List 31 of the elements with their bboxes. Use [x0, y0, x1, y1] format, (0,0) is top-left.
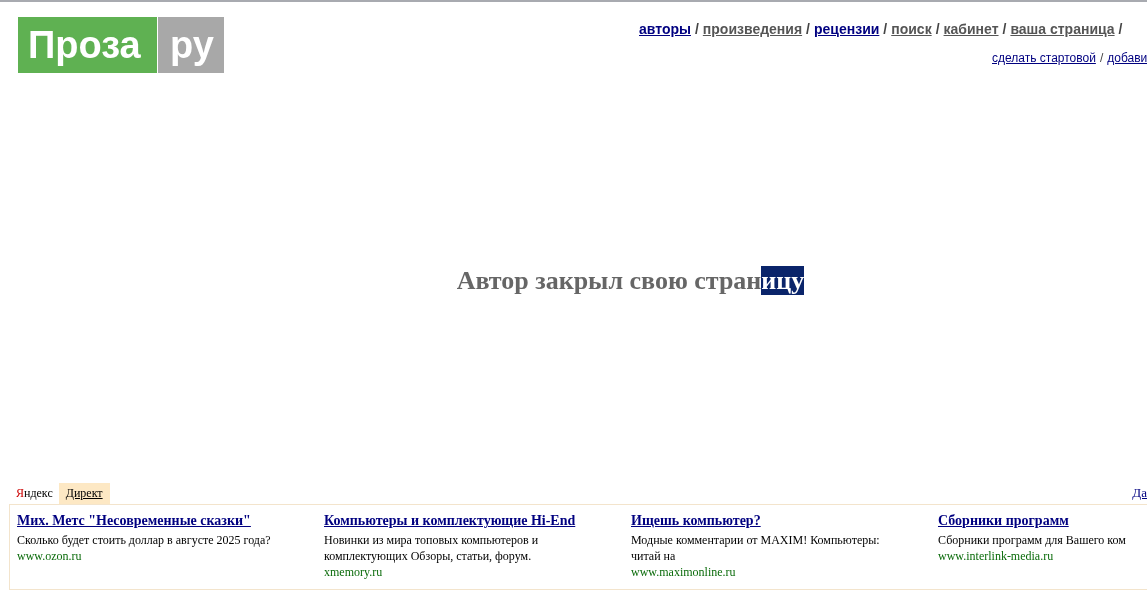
- ad-url[interactable]: www.interlink-media.ru: [938, 548, 1147, 564]
- ad-text: Сколько будет стоить доллар в августе 2025 года?: [17, 532, 272, 548]
- ad-link[interactable]: Да: [1132, 485, 1147, 504]
- separator: /: [694, 21, 699, 37]
- nav-link[interactable]: кабинет: [943, 21, 999, 37]
- nav-link[interactable]: ваша страница: [1010, 21, 1115, 37]
- separator: /: [806, 21, 810, 37]
- ad-text: Сборники программ для Вашего ком: [938, 532, 1127, 548]
- nav-link[interactable]: рецензии: [814, 21, 880, 37]
- nav-link[interactable]: авторы: [639, 21, 691, 37]
- separator: /: [1002, 21, 1007, 37]
- separator: /: [935, 21, 940, 37]
- ad-url[interactable]: xmemory.ru: [324, 564, 631, 580]
- ad-title[interactable]: Ищешь компьютер?: [631, 513, 938, 529]
- ad-url[interactable]: www.ozon.ru: [17, 548, 324, 564]
- nav-link[interactable]: произведения: [702, 21, 803, 37]
- nav-link[interactable]: поиск: [891, 21, 932, 37]
- ad-text: Модные комментарии от MAXIM! Компьютеры: читай на: [631, 532, 881, 564]
- separator: /: [883, 21, 888, 37]
- closed-page-message: Автор закрыл свою страницу: [456, 265, 805, 297]
- ad-text: Новинки из мира топовых компьютеров и комплектующих Обзоры, статьи, форум.: [324, 532, 540, 564]
- separator: /: [1118, 21, 1123, 37]
- ad-title[interactable]: Мих. Метс "Несовременные сказки": [17, 513, 324, 529]
- ad-url[interactable]: www.maximonline.ru: [631, 564, 938, 580]
- separator: /: [1099, 51, 1104, 65]
- ad-title[interactable]: Сборники программ: [938, 513, 1147, 529]
- header-link[interactable]: добави: [1107, 51, 1147, 65]
- direct-tab[interactable]: Директ: [58, 483, 110, 504]
- yandex-label: Яндекс: [15, 486, 54, 502]
- header-link[interactable]: сделать стартовой: [992, 51, 1096, 65]
- ad-title[interactable]: Компьютеры и комплектующие Hi-End: [324, 513, 631, 529]
